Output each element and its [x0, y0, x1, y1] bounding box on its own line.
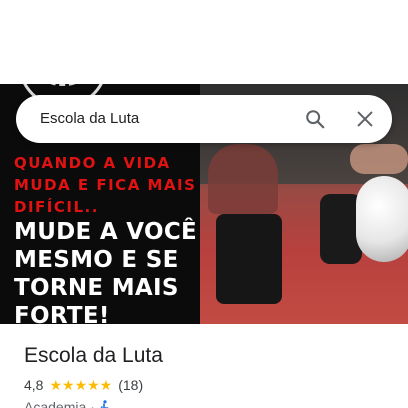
- search-input[interactable]: Escola da Luta: [40, 110, 139, 127]
- close-icon[interactable]: [354, 108, 376, 130]
- boxing-glove: [356, 176, 408, 262]
- map-top-area: [0, 0, 408, 84]
- rating-value: 4,8: [24, 377, 44, 393]
- wheelchair-accessible-icon: [100, 400, 109, 408]
- search-icon[interactable]: [304, 108, 326, 130]
- review-count[interactable]: (18): [118, 377, 143, 393]
- hero-quote-white: MUDE A VOCÊ MESMO E SE TORNE MAIS FORTE!: [14, 219, 198, 329]
- category-row: Academia ·: [24, 398, 111, 408]
- search-bar[interactable]: Escola da Luta: [16, 95, 392, 143]
- category-separator: ·: [90, 399, 95, 408]
- place-title: Escola da Luta: [24, 344, 163, 367]
- rating-summary[interactable]: 4,8 ★★★★★ (18): [24, 376, 143, 394]
- rating-stars: ★★★★★: [49, 376, 113, 393]
- hero-quote-red: QUANDO A VIDA MUDA E FICA MAIS DIFÍCIL..: [14, 154, 197, 216]
- place-category: Academia: [24, 399, 87, 408]
